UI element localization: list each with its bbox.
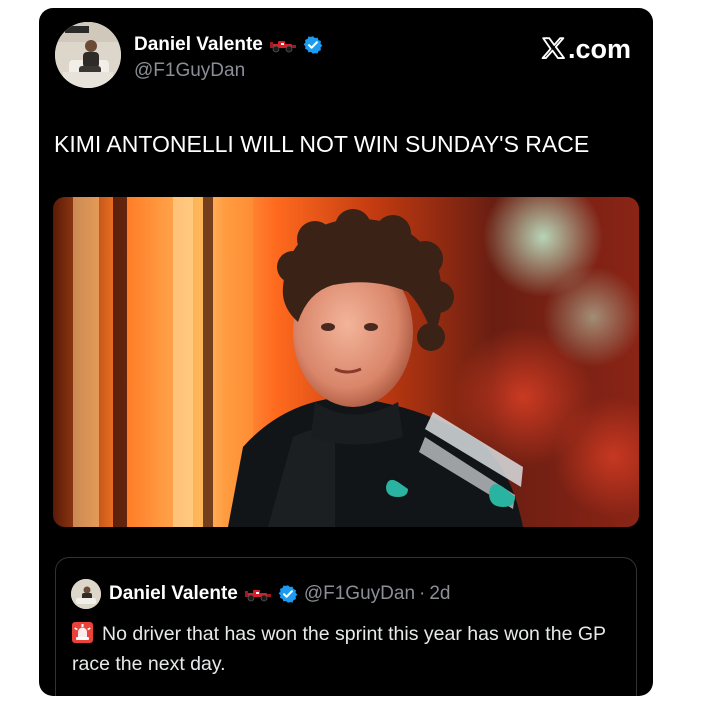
verified-badge-icon (303, 35, 323, 55)
embedded-post-card: Daniel Valente @F1GuyDan .com KIMI ANTON… (39, 8, 653, 696)
quoted-post[interactable]: Daniel Valente @F1GuyDan · 2d No driver … (55, 557, 637, 696)
f1-car-icon (269, 37, 297, 53)
quoted-post-body: No driver that has won the sprint this y… (72, 619, 612, 679)
post-photo[interactable] (53, 197, 639, 527)
verified-badge-icon (278, 584, 298, 604)
quoted-post-text: No driver that has won the sprint this y… (72, 623, 606, 675)
quoted-author-row: Daniel Valente @F1GuyDan · 2d (109, 583, 450, 605)
quoted-author-name[interactable]: Daniel Valente (109, 583, 238, 605)
profile-photo-icon (71, 579, 101, 609)
quoted-post-time[interactable]: 2d (429, 583, 450, 605)
site-label[interactable]: .com (540, 34, 631, 64)
author-avatar[interactable] (55, 22, 121, 88)
author-name-row: Daniel Valente (134, 34, 323, 56)
profile-photo-icon (55, 22, 121, 88)
x-logo-icon (541, 37, 565, 60)
rotating-light-icon (72, 622, 93, 643)
f1-car-icon (244, 586, 272, 602)
separator-dot: · (419, 583, 426, 604)
quoted-author-avatar[interactable] (71, 579, 101, 609)
author-name[interactable]: Daniel Valente (134, 34, 263, 56)
driver-photo-icon (53, 197, 639, 527)
post-text: KIMI ANTONELLI WILL NOT WIN SUNDAY'S RAC… (54, 131, 590, 157)
quoted-author-handle[interactable]: @F1GuyDan (304, 583, 415, 605)
author-handle[interactable]: @F1GuyDan (134, 60, 245, 82)
site-domain-text: .com (567, 34, 631, 64)
